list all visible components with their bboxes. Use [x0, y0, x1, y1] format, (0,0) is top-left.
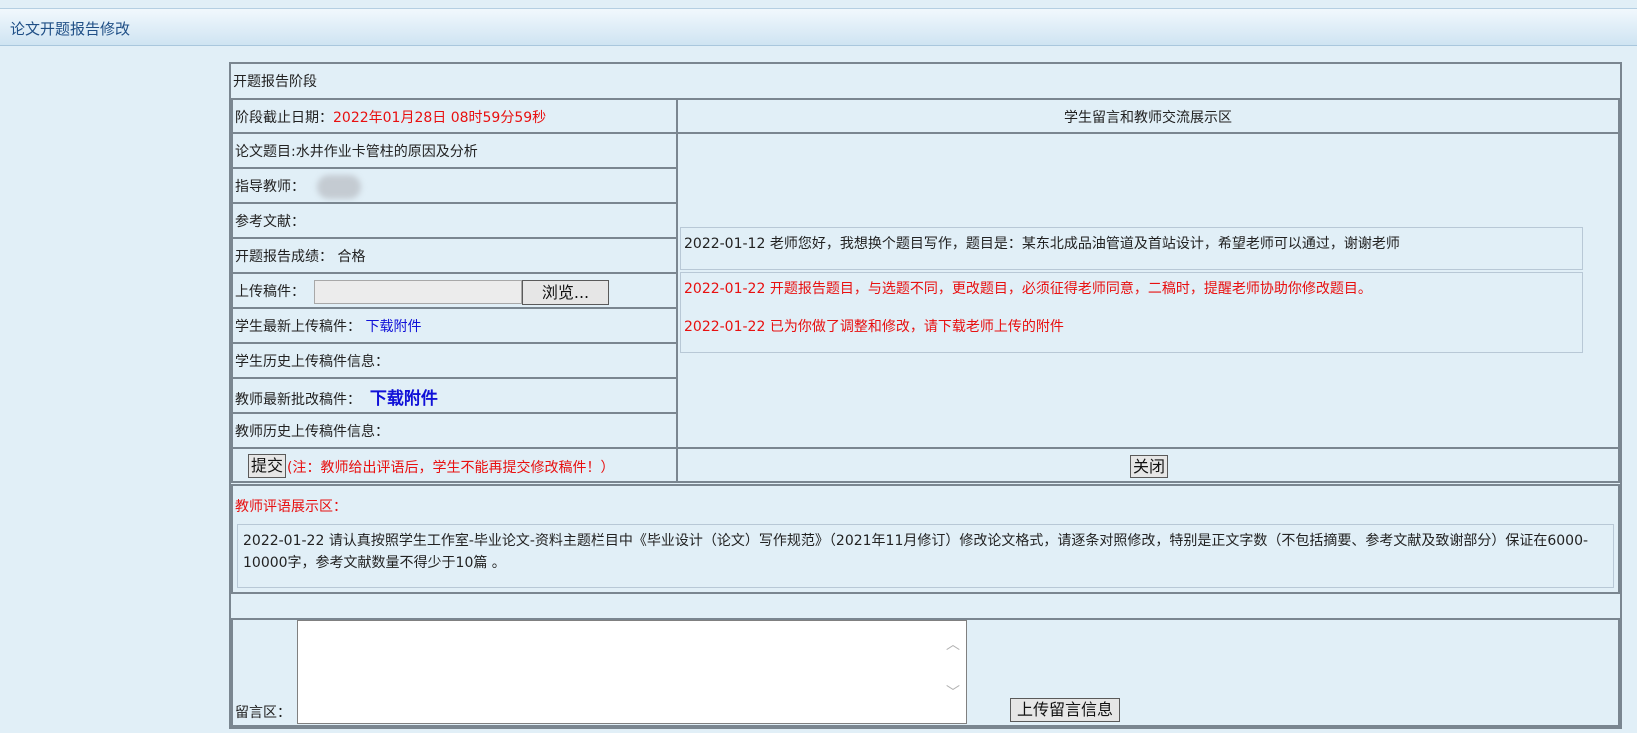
grade-label: 开题报告成绩：: [235, 249, 333, 265]
references-row: 参考文献：: [231, 202, 678, 239]
browse-button[interactable]: 浏览...: [522, 280, 609, 305]
student-latest-row: 学生最新上传稿件： 下载附件: [231, 307, 678, 344]
teacher-latest: 教师最新批改稿件： 下载附件: [235, 384, 438, 409]
comments-title: 教师评语展示区：: [235, 499, 347, 515]
deadline-cell: 阶段截止日期：2022年01月28日 08时59分59秒: [231, 98, 678, 134]
grade-value: 合格: [337, 249, 366, 265]
message-text: 老师您好，我想换个题目写作，题目是：某东北成品油管道及首站设计，希望老师可以通过…: [769, 236, 1400, 252]
exchange-area-title: 学生留言和教师交流展示区: [1064, 110, 1232, 126]
comment-text: 请认真按照学生工作室-毕业论文-资料主题栏目中《毕业设计（论文）写作规范》（20…: [243, 533, 1589, 571]
advisor-label: 指导教师：: [235, 179, 305, 195]
message-date: 2022-01-12: [684, 236, 766, 252]
message-date: 2022-01-22: [684, 281, 766, 297]
teacher-history-label: 教师历史上传稿件信息：: [235, 424, 389, 440]
comment-item: 2022-01-22 请认真按照学生工作室-毕业论文-资料主题栏目中《毕业设计（…: [243, 530, 1593, 574]
upload-file-input[interactable]: [314, 280, 522, 304]
message-box-row: 留言区： ︿ ﹀ 上传留言信息: [231, 618, 1620, 727]
thesis-label: 论文题目:: [235, 144, 296, 160]
message-item: 2022-01-12 老师您好，我想换个题目写作，题目是：某东北成品油管道及首站…: [684, 233, 1400, 253]
close-button[interactable]: 关闭: [1130, 455, 1168, 478]
message-panel-student: 2022-01-12 老师您好，我想换个题目写作，题目是：某东北成品油管道及首站…: [680, 227, 1583, 270]
thesis-value: 水井作业卡管柱的原因及分析: [295, 144, 478, 160]
scroll-down-icon[interactable]: ﹀: [946, 682, 960, 702]
thesis-row: 论文题目:水井作业卡管柱的原因及分析: [231, 132, 678, 169]
student-history-label: 学生历史上传稿件信息：: [235, 354, 389, 370]
stage-row: 开题报告阶段: [231, 64, 1620, 100]
close-row: 关闭: [676, 447, 1620, 483]
stage-title: 开题报告阶段: [233, 74, 317, 90]
message-textarea[interactable]: [297, 620, 967, 724]
exchange-title-cell: 学生留言和教师交流展示区: [676, 98, 1620, 134]
message-text: 已为你做了调整和修改，请下载老师上传的附件: [769, 319, 1064, 335]
grade-row: 开题报告成绩： 合格: [231, 237, 678, 274]
student-history-row: 学生历史上传稿件信息：: [231, 342, 678, 379]
submit-row: 提交 (注：教师给出评语后，学生不能再提交修改稿件！）: [231, 447, 678, 483]
message-text: 开题报告题目，与选题不同，更改题目，必须征得老师同意，二稿时，提醒老师协助你修改…: [769, 281, 1372, 297]
report-form: 开题报告阶段 阶段截止日期：2022年01月28日 08时59分59秒 学生留言…: [229, 62, 1622, 729]
message-date: 2022-01-22: [684, 319, 766, 335]
teacher-latest-row: 教师最新批改稿件： 下载附件: [231, 377, 678, 414]
upload-row: 上传稿件： 浏览...: [231, 272, 678, 309]
upload-label: 上传稿件：: [235, 284, 305, 300]
message-panel-teacher: 2022-01-22 开题报告题目，与选题不同，更改题目，必须征得老师同意，二稿…: [680, 272, 1583, 353]
message-exchange-area: 2022-01-12 老师您好，我想换个题目写作，题目是：某东北成品油管道及首站…: [676, 132, 1620, 449]
upload-message-button[interactable]: 上传留言信息: [1010, 698, 1120, 722]
advisor-row: 指导教师：: [231, 167, 678, 204]
student-latest-label: 学生最新上传稿件：: [235, 319, 361, 335]
deadline: 阶段截止日期：2022年01月28日 08时59分59秒: [235, 107, 546, 127]
textarea-scrollbar[interactable]: ︿ ﹀: [943, 624, 965, 720]
teacher-latest-download-link[interactable]: 下载附件: [370, 389, 438, 409]
deadline-label: 阶段截止日期：: [235, 110, 333, 126]
comments-panel: 2022-01-22 请认真按照学生工作室-毕业论文-资料主题栏目中《毕业设计（…: [237, 524, 1614, 588]
teacher-comments-area: 教师评语展示区： 2022-01-22 请认真按照学生工作室-毕业论文-资料主题…: [231, 484, 1620, 594]
comment-date: 2022-01-22: [243, 533, 325, 549]
teacher-latest-label: 教师最新批改稿件：: [235, 392, 361, 408]
message-item: 2022-01-22 已为你做了调整和修改，请下载老师上传的附件: [684, 316, 1064, 336]
page-title: 论文开题报告修改: [10, 20, 131, 38]
scroll-up-icon[interactable]: ︿: [946, 634, 960, 654]
advisor-name-blurred: [317, 175, 361, 199]
references-label: 参考文献：: [235, 214, 305, 230]
deadline-value: 2022年01月28日 08时59分59秒: [333, 110, 547, 126]
message-item: 2022-01-22 开题报告题目，与选题不同，更改题目，必须征得老师同意，二稿…: [684, 278, 1372, 298]
grade: 开题报告成绩： 合格: [235, 246, 365, 266]
student-latest: 学生最新上传稿件： 下载附件: [235, 316, 421, 336]
message-box-label: 留言区：: [235, 705, 291, 721]
submit-button[interactable]: 提交: [248, 454, 286, 478]
submit-note: (注：教师给出评语后，学生不能再提交修改稿件！）: [287, 460, 615, 476]
thesis-title: 论文题目:水井作业卡管柱的原因及分析: [235, 141, 478, 161]
student-latest-download-link[interactable]: 下载附件: [365, 319, 421, 335]
top-bar: 论文开题报告修改: [0, 8, 1637, 46]
teacher-history-row: 教师历史上传稿件信息：: [231, 412, 678, 449]
